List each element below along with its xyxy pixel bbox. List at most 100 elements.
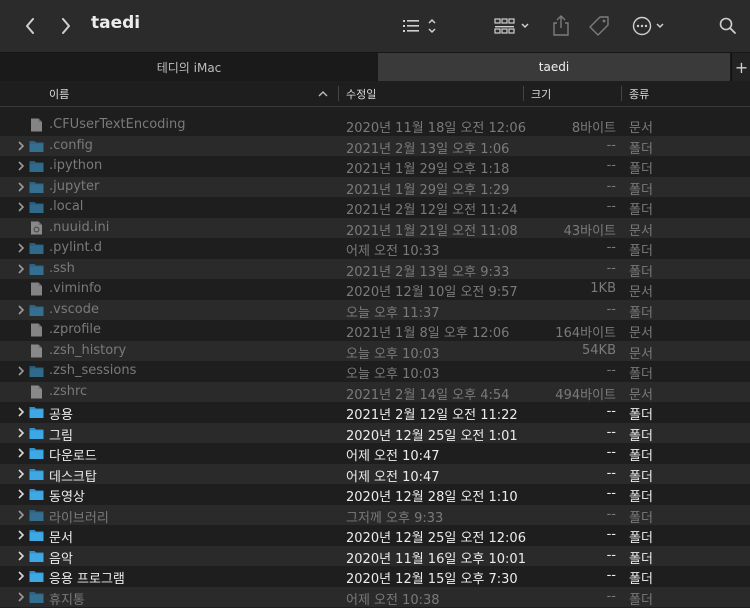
file-row[interactable]: .viminfo 2020년 12월 10일 오전 9:57 1KB 문서	[0, 279, 750, 300]
column-header-date[interactable]: 수정일	[346, 81, 522, 106]
file-row[interactable]: .nuuid.ini 2021년 1월 21일 오전 11:08 43바이트 문서	[0, 217, 750, 239]
file-modified-date: 2020년 12월 28일 오전 1:10	[346, 490, 518, 505]
file-row[interactable]: .vscode 오늘 오후 11:37 -- 폴더	[0, 299, 750, 321]
file-modified-date: 그저께 오후 9:33	[346, 510, 444, 526]
file-row[interactable]: 다운로드 어제 오전 10:47 -- 폴더	[0, 443, 750, 464]
file-modified-date: 2021년 2월 13일 오후 9:33	[346, 264, 510, 280]
file-size: --	[606, 547, 616, 563]
file-row[interactable]: .ipython 2021년 1월 29일 오후 1:18 -- 폴더	[0, 156, 750, 177]
disclosure-triangle-icon[interactable]	[16, 591, 26, 603]
file-row[interactable]: .zsh_history 오늘 오후 10:03 54KB 문서	[0, 340, 750, 362]
folder-icon	[29, 263, 44, 275]
file-row[interactable]: 응용 프로그램 2020년 12월 15일 오후 7:30 -- 폴더	[0, 566, 750, 587]
folder-icon	[29, 161, 44, 172]
window-title: taedi	[91, 13, 141, 33]
file-row[interactable]: .local 2021년 2월 12일 오전 11:24 -- 폴더	[0, 197, 750, 218]
file-row[interactable]: 데스크탑 어제 오전 10:47 -- 폴더	[0, 463, 750, 485]
disclosure-triangle-icon[interactable]	[16, 304, 26, 316]
disclosure-triangle-icon[interactable]	[16, 365, 26, 377]
file-name: .local	[49, 199, 84, 214]
file-row[interactable]: .ssh 2021년 2월 13일 오후 9:33 -- 폴더	[0, 258, 750, 280]
chevron-right-icon	[62, 18, 70, 34]
column-name-label: 이름	[49, 87, 70, 101]
file-row[interactable]: 문서 2020년 12월 25일 오전 12:06 -- 폴더	[0, 525, 750, 546]
file-kind: 문서	[629, 346, 653, 362]
file-kind: 폴더	[629, 162, 653, 177]
file-row[interactable]: 동영상 2020년 12월 28일 오전 1:10 -- 폴더	[0, 484, 750, 505]
file-name: .ssh	[49, 260, 75, 276]
add-tab-button[interactable]: +	[731, 53, 750, 81]
view-mode-button[interactable]	[400, 14, 440, 38]
column-date-label: 수정일	[346, 87, 377, 101]
list-view-icon	[403, 18, 436, 34]
folder-icon	[29, 202, 44, 213]
disclosure-triangle-icon[interactable]	[16, 406, 26, 418]
magnifier-icon	[719, 17, 736, 34]
share-button[interactable]	[550, 13, 572, 39]
column-header-size[interactable]: 크기	[531, 81, 619, 106]
column-header-name[interactable]: 이름	[49, 81, 337, 106]
document-icon	[31, 282, 42, 296]
file-size: --	[606, 363, 616, 378]
disclosure-triangle-icon[interactable]	[16, 263, 26, 275]
file-row[interactable]: 라이브러리 그저께 오후 9:33 -- 폴더	[0, 504, 750, 526]
tab-taedi[interactable]: taedi	[378, 53, 730, 81]
column-divider[interactable]	[621, 86, 622, 101]
chevron-left-icon	[26, 18, 34, 34]
file-modified-date: 2021년 1월 29일 오후 1:18	[346, 162, 510, 177]
file-row[interactable]: .CFUserTextEncoding 2020년 11월 18일 오전 12:0…	[0, 115, 750, 136]
file-row[interactable]: 그림 2020년 12월 25일 오전 1:01 -- 폴더	[0, 422, 750, 444]
column-header-kind[interactable]: 종류	[629, 81, 739, 106]
file-row[interactable]: 음악 2020년 11월 16일 오후 10:01 -- 폴더	[0, 545, 750, 567]
disclosure-triangle-icon[interactable]	[16, 201, 26, 213]
search-button[interactable]	[716, 14, 740, 38]
file-name: .vscode	[49, 301, 99, 317]
file-row[interactable]: .zshrc 2021년 2월 14일 오후 4:54 494바이트 문서	[0, 381, 750, 403]
settings-document-icon	[31, 221, 42, 234]
file-size: --	[606, 158, 616, 173]
column-kind-label: 종류	[629, 87, 650, 101]
file-row[interactable]: .pylint.d 어제 오전 10:33 -- 폴더	[0, 238, 750, 259]
file-row[interactable]: 휴지통 어제 오전 10:38 -- 폴더	[0, 586, 750, 608]
disclosure-triangle-icon[interactable]	[16, 468, 26, 480]
file-row[interactable]: .config 2021년 2월 13일 오후 1:06 -- 폴더	[0, 135, 750, 157]
disclosure-triangle-icon[interactable]	[16, 550, 26, 562]
document-icon	[31, 385, 42, 398]
file-kind: 폴더	[629, 244, 653, 259]
file-modified-date: 2020년 12월 15일 오후 7:30	[346, 572, 518, 587]
file-row[interactable]: .zsh_sessions 오늘 오후 10:03 -- 폴더	[0, 361, 750, 382]
file-name: .zprofile	[49, 322, 102, 337]
disclosure-triangle-icon[interactable]	[16, 447, 26, 459]
disclosure-triangle-icon[interactable]	[16, 570, 26, 582]
action-menu-button[interactable]	[630, 14, 670, 38]
sort-ascending-icon	[318, 91, 328, 97]
file-name: 다운로드	[49, 449, 97, 464]
back-button[interactable]	[20, 14, 40, 38]
file-row[interactable]: .zprofile 2021년 1월 8일 오후 12:06 164바이트 문서	[0, 320, 750, 341]
disclosure-triangle-icon[interactable]	[16, 509, 26, 521]
column-divider[interactable]	[523, 86, 524, 101]
group-button[interactable]	[493, 14, 533, 38]
file-row[interactable]: .jupyter 2021년 1월 29일 오후 1:29 -- 폴더	[0, 176, 750, 198]
disclosure-triangle-icon[interactable]	[16, 140, 26, 152]
file-name: 동영상	[49, 490, 85, 505]
file-modified-date: 2020년 11월 16일 오후 10:01	[346, 551, 526, 567]
tab-imac[interactable]: 테디의 iMac	[0, 53, 378, 81]
disclosure-triangle-icon[interactable]	[16, 529, 26, 541]
disclosure-triangle-icon[interactable]	[16, 242, 26, 254]
file-name: .pylint.d	[49, 240, 103, 255]
file-row[interactable]: 공용 2021년 2월 12일 오전 11:22 -- 폴더	[0, 402, 750, 423]
tag-button[interactable]	[587, 13, 611, 39]
forward-button[interactable]	[56, 14, 76, 38]
disclosure-triangle-icon[interactable]	[16, 160, 26, 172]
disclosure-triangle-icon[interactable]	[16, 488, 26, 500]
column-divider[interactable]	[338, 86, 339, 101]
folder-icon	[29, 427, 44, 439]
file-name: 음악	[49, 551, 73, 567]
file-size: --	[606, 568, 616, 583]
disclosure-triangle-icon[interactable]	[16, 181, 26, 193]
file-name: .ipython	[49, 158, 103, 173]
file-kind: 폴더	[629, 551, 653, 567]
file-modified-date: 2021년 2월 12일 오전 11:24	[346, 203, 518, 218]
disclosure-triangle-icon[interactable]	[16, 427, 26, 439]
